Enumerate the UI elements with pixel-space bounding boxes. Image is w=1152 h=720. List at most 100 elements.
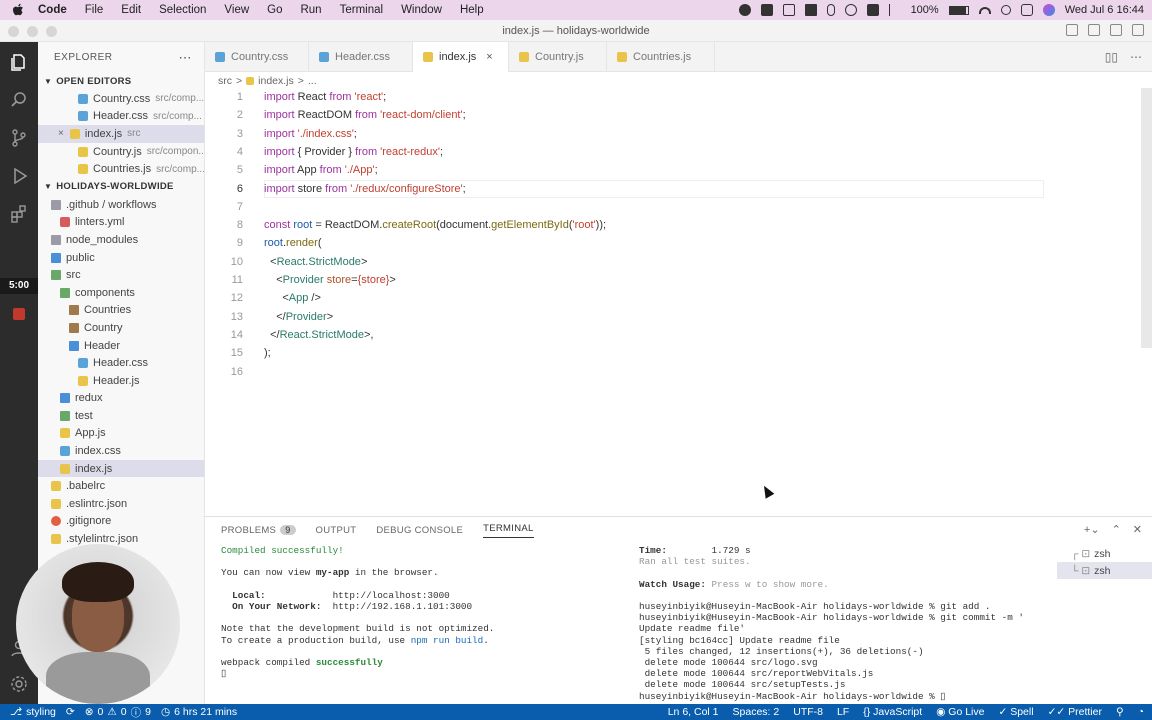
code-line[interactable]: 16 (205, 363, 1141, 381)
close-panel-icon[interactable]: ✕ (1133, 523, 1142, 536)
manage-gear-icon[interactable] (9, 674, 29, 694)
close-icon[interactable]: × (58, 128, 64, 139)
code-line[interactable]: 9 root.render( (205, 234, 1141, 252)
menu-app-code[interactable]: Code (38, 4, 67, 16)
close-window-button[interactable] (8, 26, 19, 37)
breadcrumb-file[interactable]: index.js (258, 75, 294, 87)
go-live-button[interactable]: ◉ Go Live (936, 706, 984, 718)
menu-view[interactable]: View (224, 4, 249, 16)
code-line[interactable]: 5 import App from './App'; (205, 161, 1141, 179)
file-item[interactable]: Header.css (38, 354, 204, 372)
maximize-panel-icon[interactable]: ⌃ (1112, 523, 1121, 536)
project-section[interactable]: ▼ HOLIDAYS-WORLDWIDE (38, 178, 204, 196)
feedback-icon[interactable]: ⚲ (1116, 706, 1124, 718)
screen-record-icon[interactable] (760, 4, 773, 16)
open-editors-section[interactable]: ▼ OPEN EDITORS (38, 72, 204, 90)
tab-countries-js[interactable]: Countries.js (607, 42, 715, 72)
open-editor-item[interactable]: × index.js src (38, 125, 204, 143)
tab-index-js[interactable]: index.js × (413, 42, 509, 72)
more-actions-icon[interactable]: ⋯ (179, 50, 193, 66)
spell-button[interactable]: ✓ Spell (998, 706, 1033, 718)
file-item[interactable]: .eslintrc.json (38, 495, 204, 513)
editor-scrollbar[interactable] (1141, 88, 1152, 348)
run-debug-icon[interactable] (9, 166, 29, 186)
menu-file[interactable]: File (85, 4, 104, 16)
file-item[interactable]: Header.js (38, 372, 204, 390)
open-editor-item[interactable]: Countries.js src/comp... (38, 160, 204, 178)
folder-item[interactable]: Countries (38, 302, 204, 320)
terminal-left[interactable]: Compiled successfully! You can now view … (221, 545, 494, 679)
split-editor-icon[interactable]: ▯▯ (1105, 50, 1118, 64)
line-endings[interactable]: LF (837, 706, 849, 718)
toggle-secondary-sidebar-icon[interactable] (1110, 24, 1122, 36)
code-line[interactable]: 4 import { Provider } from 'react-redux'; (205, 143, 1141, 161)
wifi-icon[interactable] (978, 6, 991, 14)
more-actions-icon[interactable]: ⋯ (1130, 50, 1142, 64)
breadcrumb-symbol[interactable]: ... (308, 75, 317, 87)
time-tracker[interactable]: ◷ 6 hrs 21 mins (161, 706, 237, 718)
play-icon[interactable] (844, 4, 857, 16)
breadcrumb-src[interactable]: src (218, 75, 232, 87)
toggle-panel-icon[interactable] (1088, 24, 1100, 36)
record-icon[interactable] (9, 304, 29, 324)
branch-status[interactable]: ⎇ styling (10, 706, 56, 718)
file-item[interactable]: .stylelintrc.json (38, 530, 204, 548)
code-line[interactable]: 2 import ReactDOM from 'react-dom/client'… (205, 106, 1141, 124)
extensions-icon[interactable] (9, 204, 29, 224)
folder-item[interactable]: public (38, 249, 204, 267)
new-terminal-icon[interactable]: +⌄ (1084, 523, 1100, 536)
search-icon[interactable] (1000, 5, 1011, 15)
code-line[interactable]: 10 <React.StrictMode> (205, 253, 1141, 271)
menu-window[interactable]: Window (401, 4, 442, 16)
toggle-primary-sidebar-icon[interactable] (1066, 24, 1078, 36)
code-line[interactable]: 15); (205, 344, 1141, 362)
open-editor-item[interactable]: Country.js src/compon... (38, 143, 204, 161)
siri-icon[interactable] (1042, 4, 1055, 16)
code-editor[interactable]: 1 import React from 'react'; 2 import React… (205, 88, 1141, 516)
zoom-window-button[interactable] (46, 26, 57, 37)
folder-item[interactable]: test (38, 407, 204, 425)
file-item[interactable]: .gitignore (38, 513, 204, 531)
apple-icon[interactable] (12, 3, 26, 17)
menu-edit[interactable]: Edit (121, 4, 141, 16)
mic-icon[interactable] (826, 4, 835, 16)
explorer-files-icon[interactable] (9, 52, 29, 72)
minimize-window-button[interactable] (27, 26, 38, 37)
file-item[interactable]: App.js (38, 425, 204, 443)
terminal-instance[interactable]: ┌ ⊡ zsh (1057, 545, 1152, 562)
code-line[interactable]: 8 const root = ReactDOM.createRoot(docume… (205, 216, 1141, 234)
code-line[interactable]: 3 import './index.css'; (205, 125, 1141, 143)
layers-icon[interactable] (782, 4, 795, 16)
language-mode[interactable]: {} JavaScript (863, 706, 922, 718)
indentation[interactable]: Spaces: 2 (733, 706, 780, 718)
cursor-position[interactable]: Ln 6, Col 1 (668, 706, 719, 718)
tab-problems[interactable]: PROBLEMS 9 (221, 524, 296, 536)
encoding[interactable]: UTF-8 (793, 706, 823, 718)
file-item[interactable]: linters.yml (38, 214, 204, 232)
folder-item[interactable]: src (38, 266, 204, 284)
notifications-bell-icon[interactable]: ◔ (1138, 706, 1144, 718)
open-editor-item[interactable]: Header.css src/comp... (38, 108, 204, 126)
code-line[interactable]: 7 (205, 198, 1141, 216)
folder-item[interactable]: Country (38, 319, 204, 337)
terminal-right[interactable]: Time: 1.729 s Ran all test suites. Watch… (639, 545, 1024, 702)
open-editor-item[interactable]: Country.css src/comp... (38, 90, 204, 108)
file-item[interactable]: .babelrc (38, 477, 204, 495)
menu-run[interactable]: Run (300, 4, 321, 16)
tab-country-css[interactable]: Country.css (205, 42, 309, 72)
menu-help[interactable]: Help (460, 4, 484, 16)
bluetooth-icon[interactable] (888, 4, 901, 16)
code-line[interactable]: 1 import React from 'react'; (205, 88, 1141, 106)
file-item[interactable]: index.css (38, 442, 204, 460)
source-control-icon[interactable] (9, 128, 29, 148)
problems-status[interactable]: ⊗ 0 ⚠ 0 ⓘ 9 (85, 705, 151, 720)
terminal-instance[interactable]: └ ⊡ zsh (1057, 562, 1152, 579)
menu-go[interactable]: Go (267, 4, 282, 16)
battery-icon[interactable] (948, 5, 969, 15)
folder-item[interactable]: .github / workflows (38, 196, 204, 214)
tab-output[interactable]: OUTPUT (316, 525, 357, 536)
folder-item[interactable]: Header (38, 337, 204, 355)
tab-debug-console[interactable]: DEBUG CONSOLE (376, 525, 463, 536)
tab-country-js[interactable]: Country.js (509, 42, 607, 72)
folder-item[interactable]: redux (38, 390, 204, 408)
